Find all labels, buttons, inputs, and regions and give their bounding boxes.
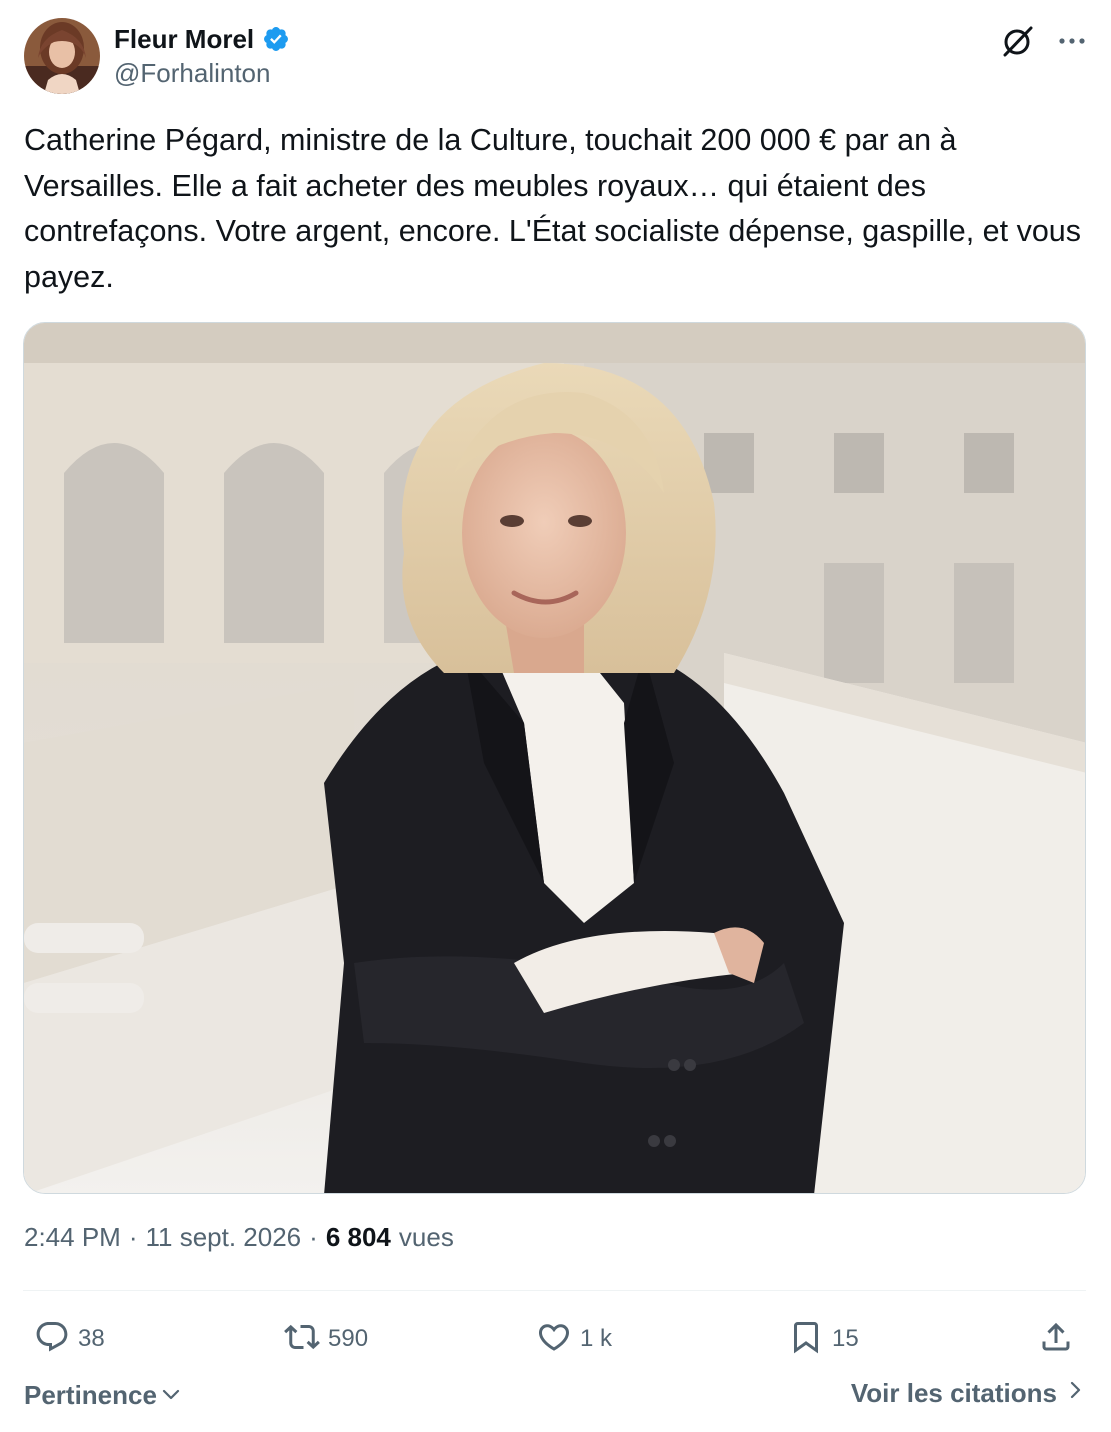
reply-button[interactable]: 38 — [34, 1316, 105, 1362]
more-icon[interactable] — [1057, 26, 1087, 56]
grok-icon[interactable] — [1001, 24, 1035, 58]
chevron-right-icon — [1057, 1378, 1087, 1409]
bookmark-button[interactable]: 15 — [788, 1316, 859, 1362]
sort-label: Pertinence — [24, 1380, 157, 1410]
repost-icon — [284, 1319, 320, 1360]
reply-count: 38 — [78, 1325, 105, 1352]
view-quotes-link[interactable]: Voir les citations — [851, 1378, 1087, 1409]
views-count: 6 804 — [325, 1222, 391, 1252]
like-button[interactable]: 1 k — [536, 1316, 612, 1362]
tweet-date[interactable]: 11 sept. 2026 — [146, 1222, 302, 1253]
tweet-text: Catherine Pégard, ministre de la Culture… — [24, 123, 1090, 294]
bookmark-count: 15 — [832, 1325, 859, 1352]
action-bar: 38 590 1 k 15 — [24, 1316, 1087, 1362]
share-button[interactable] — [1038, 1316, 1074, 1362]
tweet-time[interactable]: 2:44 PM — [24, 1222, 121, 1253]
reply-icon — [34, 1319, 70, 1360]
meta-separator: · — [309, 1222, 318, 1252]
tweet-photo[interactable] — [23, 322, 1086, 1194]
repost-count: 590 — [328, 1325, 369, 1352]
chevron-down-icon — [157, 1378, 183, 1413]
author-block: Fleur Morel @Forhalinton — [114, 22, 290, 89]
avatar[interactable] — [24, 18, 100, 94]
views-label: vues — [398, 1222, 454, 1252]
share-icon — [1038, 1319, 1074, 1360]
tweet: Fleur Morel @Forhalinton Catherine Pégar… — [0, 0, 1111, 1432]
display-name[interactable]: Fleur Morel — [114, 24, 254, 55]
repost-button[interactable]: 590 — [284, 1316, 368, 1362]
heart-icon — [536, 1319, 572, 1360]
like-count: 1 k — [580, 1325, 613, 1352]
meta-separator: · — [128, 1222, 138, 1252]
header-actions — [1001, 24, 1087, 58]
handle[interactable]: @Forhalinton — [114, 58, 290, 89]
quotes-label: Voir les citations — [850, 1378, 1057, 1408]
replies-footer: Pertinence Voir les citations — [24, 1378, 1087, 1418]
sort-dropdown[interactable]: Pertinence — [24, 1378, 183, 1413]
tweet-meta: 2:44 PM · 11 sept. 2026 · 6 804 vues — [24, 1222, 454, 1262]
verified-badge-icon[interactable] — [262, 25, 290, 53]
divider — [23, 1290, 1086, 1291]
name-row: Fleur Morel — [114, 22, 290, 56]
tweet-header: Fleur Morel @Forhalinton — [24, 18, 1087, 96]
bookmark-icon — [788, 1319, 824, 1360]
